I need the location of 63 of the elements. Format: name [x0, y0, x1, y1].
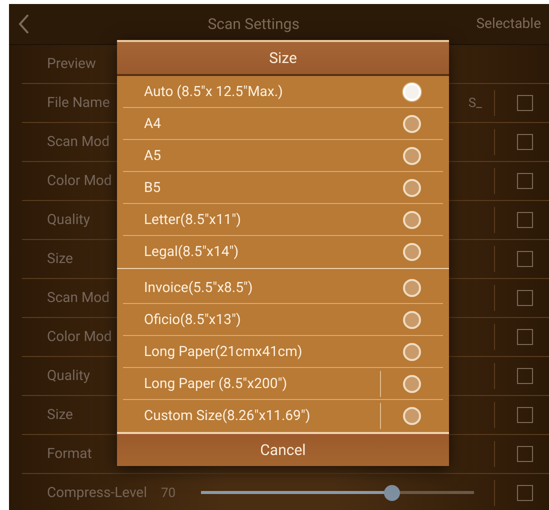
option-label: Long Paper (8.5"x200") [144, 376, 288, 392]
option-label: Auto (8.5"x 12.5"Max.) [144, 84, 284, 100]
radio-button[interactable] [403, 278, 421, 296]
setting-label: Scan Mod [47, 290, 110, 306]
size-option[interactable]: A4 [123, 108, 443, 140]
checkbox[interactable] [517, 212, 533, 228]
radio-button[interactable] [403, 374, 421, 392]
checkbox[interactable] [517, 485, 533, 501]
option-label: Invoice(5.5"x8.5") [144, 280, 254, 296]
option-label: A5 [144, 148, 162, 164]
back-icon[interactable] [17, 13, 31, 35]
compress-value: 70 [161, 486, 177, 500]
checkbox[interactable] [517, 407, 533, 423]
dialog-title: Size [117, 42, 449, 76]
setting-label: Scan Mod [47, 134, 110, 150]
checkbox[interactable] [517, 368, 533, 384]
setting-label: Size [47, 407, 73, 423]
option-label: A4 [144, 116, 162, 132]
size-option[interactable]: Custom Size(8.26"x11.69") [123, 400, 443, 432]
setting-label: Color Mod [47, 329, 112, 345]
field-value: S_ [468, 96, 482, 110]
size-option[interactable]: B5 [123, 172, 443, 204]
checkbox[interactable] [517, 290, 533, 306]
option-label: B5 [144, 180, 162, 196]
radio-button[interactable] [403, 210, 421, 228]
radio-button[interactable] [403, 114, 421, 132]
cancel-button[interactable]: Cancel [117, 432, 449, 466]
checkbox[interactable] [517, 95, 533, 111]
setting-label: Color Mod [47, 173, 112, 189]
screen-title: Scan Settings [206, 15, 300, 33]
option-label: Oficio(8.5"x13") [144, 312, 242, 328]
selectable-button[interactable]: Selectable [476, 16, 541, 32]
size-option[interactable]: A5 [123, 140, 443, 172]
option-label: Letter(8.5"x11") [144, 212, 242, 228]
size-option[interactable]: Long Paper(21cmx41cm) [123, 336, 443, 368]
slider-thumb[interactable] [384, 485, 400, 501]
setting-label: Size [47, 251, 73, 267]
checkbox[interactable] [517, 173, 533, 189]
radio-button[interactable] [403, 178, 421, 196]
option-label: Custom Size(8.26"x11.69") [144, 408, 312, 424]
size-option[interactable]: Legal(8.5"x14") [123, 236, 443, 268]
setting-label: Compress-Level [47, 485, 147, 501]
radio-button[interactable] [403, 407, 421, 425]
radio-button[interactable] [403, 342, 421, 360]
setting-label: Quality [47, 212, 90, 228]
setting-label: Quality [47, 368, 90, 384]
radio-button[interactable] [403, 146, 421, 164]
size-option[interactable]: Long Paper (8.5"x200") [123, 368, 443, 400]
setting-label: Format [47, 446, 92, 462]
checkbox[interactable] [517, 134, 533, 150]
radio-button[interactable] [403, 310, 421, 328]
setting-label: File Name [47, 95, 110, 111]
checkbox[interactable] [517, 329, 533, 345]
option-label: Long Paper(21cmx41cm) [144, 344, 304, 360]
size-option[interactable]: Invoice(5.5"x8.5") [123, 272, 443, 304]
radio-button[interactable] [403, 243, 421, 261]
checkbox[interactable] [517, 251, 533, 267]
checkbox[interactable] [517, 446, 533, 462]
setting-label: Preview [47, 56, 96, 72]
size-option[interactable]: Oficio(8.5"x13") [123, 304, 443, 336]
size-option[interactable]: Auto (8.5"x 12.5"Max.) [123, 76, 443, 108]
size-option[interactable]: Letter(8.5"x11") [123, 204, 443, 236]
option-label: Legal(8.5"x14") [144, 244, 240, 260]
